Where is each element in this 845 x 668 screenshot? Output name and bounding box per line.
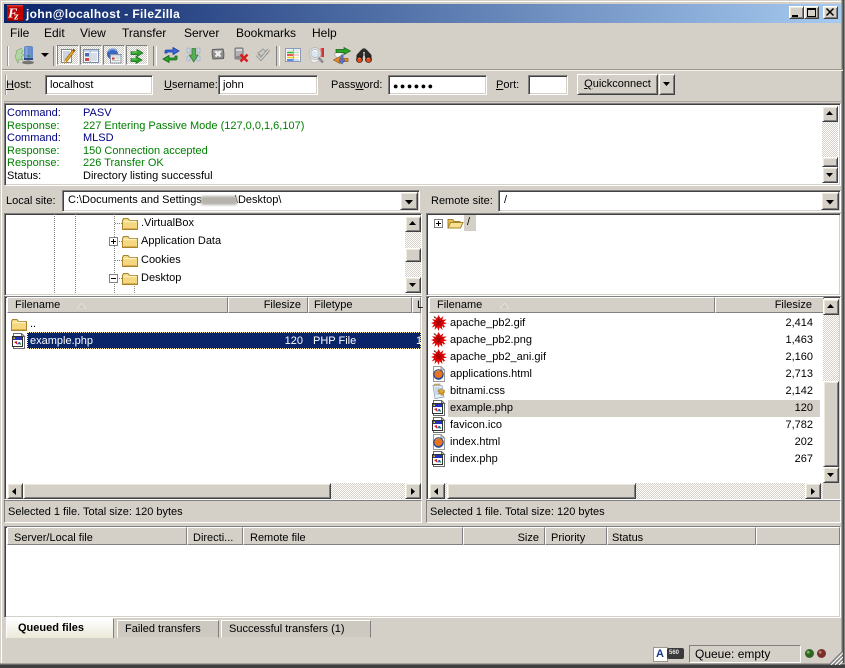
svg-text:z: z	[13, 11, 19, 22]
